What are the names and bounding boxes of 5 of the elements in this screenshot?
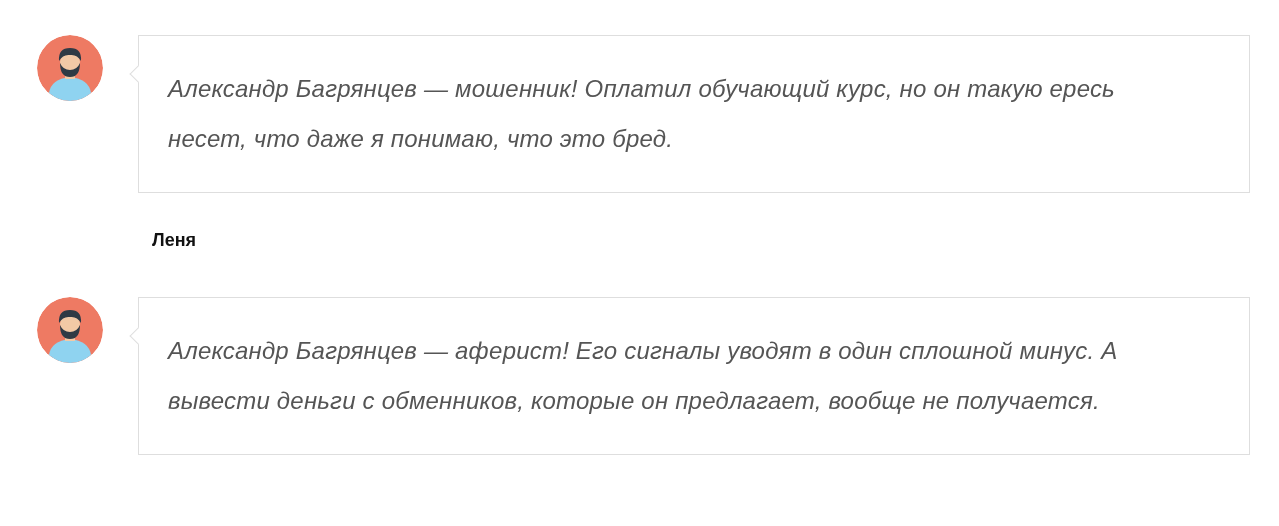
comment-author: Леня xyxy=(152,228,196,252)
avatar-icon xyxy=(37,35,103,101)
comment-text: Александр Багрянцев — мошенник! Оплатил обучающий курс, но он такую ересь несет, что даже я понимаю, что это бред. xyxy=(168,74,1116,154)
avatar-icon xyxy=(37,297,103,363)
comment-text: Александр Багрянцев — аферист! Его сигналы уводят в один сплошной минус. А вывести деньги с обменников, которые он предлагает, вообще не получается. xyxy=(168,336,1119,416)
